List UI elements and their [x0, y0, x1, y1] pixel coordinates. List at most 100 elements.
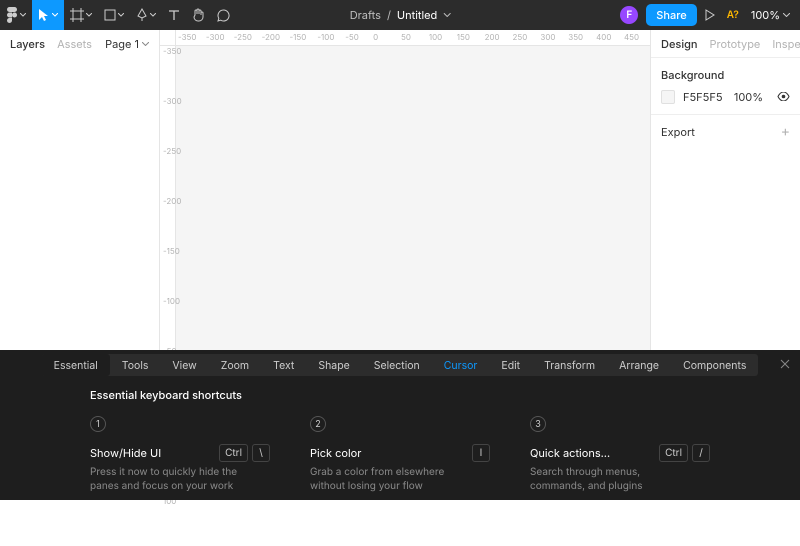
- chevron-down-icon: [443, 13, 450, 17]
- shortcuts-title: Essential keyboard shortcuts: [90, 388, 710, 402]
- document-title-area[interactable]: Drafts / Untitled: [350, 8, 451, 22]
- shortcut-keys: Ctrl\: [219, 444, 270, 462]
- close-shortcuts-button[interactable]: [780, 357, 790, 372]
- shortcut-number: 2: [310, 416, 326, 432]
- breadcrumb-drafts: Drafts: [350, 8, 381, 22]
- right-panel: Design Prototype Inspect Background F5F5…: [650, 30, 800, 350]
- tab-inspect[interactable]: Inspect: [772, 37, 800, 51]
- main-menu-button[interactable]: [0, 0, 32, 30]
- play-icon: [705, 9, 715, 21]
- present-button[interactable]: [705, 0, 715, 30]
- shortcut-description: Search through menus, commands, and plug…: [530, 466, 690, 493]
- page-selector[interactable]: Page 1: [105, 37, 149, 51]
- ruler-tick: -150: [288, 30, 316, 45]
- shortcuts-tab[interactable]: View: [160, 354, 208, 376]
- eye-icon: [777, 92, 790, 101]
- pen-tool-button[interactable]: [130, 0, 162, 30]
- tab-design[interactable]: Design: [661, 37, 698, 51]
- hand-icon: [192, 8, 205, 22]
- shortcut-number: 3: [530, 416, 546, 432]
- shortcuts-tab[interactable]: Components: [671, 354, 758, 376]
- shortcut-name: Pick color: [310, 446, 361, 460]
- missing-fonts-button[interactable]: A?: [723, 9, 743, 21]
- ruler-tick: 450: [622, 30, 650, 45]
- share-button[interactable]: Share: [646, 4, 696, 26]
- tab-assets[interactable]: Assets: [57, 37, 92, 51]
- comment-tool-button[interactable]: [211, 0, 236, 30]
- text-tool-button[interactable]: [162, 0, 186, 30]
- chevron-down-icon: [118, 13, 124, 17]
- text-icon: [168, 9, 180, 21]
- right-panel-tabs: Design Prototype Inspect: [651, 30, 800, 58]
- shortcuts-tab[interactable]: Arrange: [607, 354, 671, 376]
- tab-layers[interactable]: Layers: [10, 37, 45, 51]
- chevron-down-icon: [783, 13, 790, 17]
- close-icon: [780, 359, 790, 369]
- shortcut-item: 3Quick actions…Ctrl/Search through menus…: [530, 416, 710, 493]
- shortcuts-tab[interactable]: Transform: [532, 354, 607, 376]
- shortcut-name: Quick actions…: [530, 446, 610, 460]
- shortcuts-tab[interactable]: Text: [261, 354, 306, 376]
- canvas[interactable]: -350-300-250-200-150-100-50050100 1502002…: [160, 30, 650, 350]
- chevron-down-icon: [20, 13, 26, 17]
- hand-tool-button[interactable]: [186, 0, 211, 30]
- zoom-menu[interactable]: 100%: [751, 8, 790, 22]
- ruler-tick: -50: [343, 30, 371, 45]
- chevron-down-icon: [52, 13, 58, 17]
- left-panel-tabs: Layers Assets Page 1: [0, 30, 159, 58]
- tool-group-left: [0, 0, 236, 30]
- ruler-tick: 250: [511, 30, 539, 45]
- comment-icon: [217, 9, 230, 22]
- shortcuts-panel: EssentialToolsViewZoomTextShapeSelection…: [0, 350, 800, 500]
- shortcuts-tabs: EssentialToolsViewZoomTextShapeSelection…: [42, 354, 759, 376]
- background-row: F5F5F5 100%: [661, 90, 790, 104]
- export-section: Export +: [651, 115, 800, 149]
- ruler-tick: 400: [594, 30, 622, 45]
- ruler-tick: 150: [455, 30, 483, 45]
- ruler-tick: -350: [160, 46, 175, 96]
- move-tool-button[interactable]: [32, 0, 64, 30]
- ruler-tick: -350: [176, 30, 204, 45]
- export-label: Export: [661, 125, 695, 139]
- shortcuts-tab[interactable]: Essential: [42, 354, 110, 376]
- ruler-tick: -250: [160, 146, 175, 196]
- ruler-tick: -100: [315, 30, 343, 45]
- background-opacity[interactable]: 100%: [734, 90, 763, 104]
- shortcuts-tab[interactable]: Shape: [306, 354, 361, 376]
- shortcut-description: Press it now to quickly hide the panes a…: [90, 466, 250, 493]
- frame-tool-button[interactable]: [64, 0, 98, 30]
- shortcut-keys: I: [472, 444, 490, 462]
- keyboard-key: \: [252, 444, 270, 462]
- ruler-tick: -300: [204, 30, 232, 45]
- shortcuts-tab[interactable]: Cursor: [432, 354, 490, 376]
- visibility-toggle[interactable]: [777, 90, 790, 104]
- shortcut-number: 1: [90, 416, 106, 432]
- document-title: Untitled: [397, 8, 437, 22]
- background-section: Background F5F5F5 100%: [651, 58, 800, 115]
- left-panel: Layers Assets Page 1: [0, 30, 160, 350]
- user-avatar[interactable]: F: [620, 6, 638, 24]
- shortcut-item: 1Show/Hide UICtrl\Press it now to quickl…: [90, 416, 270, 493]
- shortcuts-tab[interactable]: Tools: [110, 354, 161, 376]
- background-swatch[interactable]: [661, 90, 675, 104]
- breadcrumb-separator: /: [387, 8, 391, 22]
- ruler-tick: 200: [483, 30, 511, 45]
- ruler-horizontal: -350-300-250-200-150-100-500501001502002…: [176, 30, 650, 46]
- toolbar-right: F Share A? 100%: [620, 0, 800, 30]
- pen-icon: [136, 8, 148, 22]
- shape-tool-button[interactable]: [98, 0, 130, 30]
- shortcut-item: 2Pick colorIGrab a color from elsewhere …: [310, 416, 490, 493]
- add-export-button[interactable]: +: [781, 125, 790, 139]
- shortcuts-tab[interactable]: Selection: [362, 354, 432, 376]
- shortcuts-grid: 1Show/Hide UICtrl\Press it now to quickl…: [90, 416, 710, 493]
- shortcuts-tab[interactable]: Edit: [489, 354, 532, 376]
- ruler-vertical: -350-300-250-200-150-100-50050100: [160, 46, 176, 350]
- ruler-tick: 50: [399, 30, 427, 45]
- tab-prototype[interactable]: Prototype: [710, 37, 761, 51]
- chevron-down-icon: [142, 42, 149, 46]
- cursor-icon: [38, 8, 50, 22]
- shortcuts-tab[interactable]: Zoom: [209, 354, 261, 376]
- ruler-tick: -150: [160, 246, 175, 296]
- background-hex[interactable]: F5F5F5: [683, 90, 726, 104]
- keyboard-key: Ctrl: [659, 444, 688, 462]
